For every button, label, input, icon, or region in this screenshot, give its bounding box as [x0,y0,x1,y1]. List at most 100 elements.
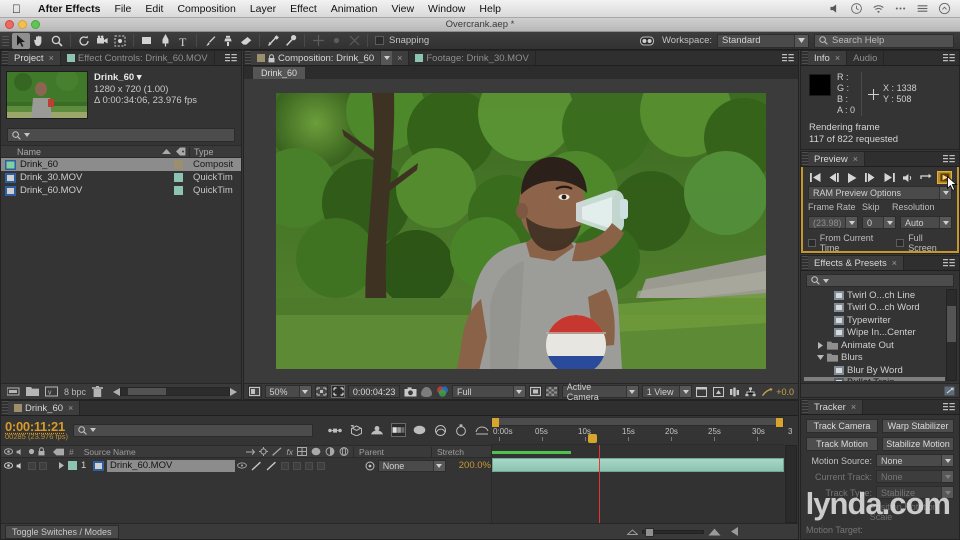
close-icon[interactable]: × [49,53,54,63]
layer-label-swatch[interactable] [68,461,77,470]
effects-list-item[interactable]: Twirl O...ch Word [804,302,945,315]
new-animation-preset-icon[interactable] [944,386,955,396]
always-preview-icon[interactable] [248,385,262,398]
disclosure-down-icon[interactable] [817,354,824,361]
frame-rate-dropdown[interactable]: (23.98) [808,216,858,229]
project-horizontal-scrollbar[interactable] [113,387,237,397]
lock-toggle[interactable] [39,462,47,470]
playhead-handle[interactable] [588,434,597,443]
frame-blend-toggle[interactable] [281,462,289,470]
show-snapshot-icon[interactable] [420,385,433,398]
stabilize-motion-button[interactable]: Stabilize Motion [882,437,954,451]
view-layout-dropdown[interactable]: 1 View [642,385,693,398]
layer-source-name[interactable]: Drink_60.MOV [107,460,235,472]
brainstorm-icon[interactable] [475,423,490,437]
eraser-tool[interactable] [237,33,255,49]
panel-grip[interactable] [2,51,8,65]
resolution-region-icon[interactable] [315,385,329,398]
3d-layer-toggle[interactable] [317,462,325,470]
last-frame-icon[interactable] [882,171,897,184]
comp-flowchart-icon[interactable] [744,385,757,398]
brush-tool[interactable] [201,33,219,49]
resolution-dropdown[interactable]: Full [452,385,526,398]
current-time-display[interactable]: 0:00:04:23 [348,385,401,398]
full-screen-checkbox[interactable] [896,239,904,247]
menu-animation[interactable]: Animation [324,0,385,18]
panel-menu-icon[interactable] [939,256,959,270]
graph-editor-icon[interactable] [433,423,448,437]
wifi-icon[interactable] [872,2,885,15]
menu-window[interactable]: Window [421,0,472,18]
snapshot-icon[interactable] [403,385,416,398]
camera-view-dropdown[interactable]: Active Camera [562,385,639,398]
panel-menu-icon[interactable] [221,51,241,65]
shy-toggle-icon[interactable] [237,462,247,469]
track-motion-button[interactable]: Track Motion [806,437,878,451]
user-icon[interactable] [938,2,951,15]
effects-list-item[interactable]: Twirl O...ch Line [804,289,945,302]
zoom-out-icon[interactable] [627,529,638,535]
first-frame-icon[interactable] [808,171,823,184]
scroll-track[interactable] [120,387,230,396]
work-area-bar[interactable] [491,417,784,426]
apple-logo-icon[interactable]:  [0,3,31,15]
effects-folder-item[interactable]: Animate Out [804,339,945,352]
timeline-ruler[interactable]: 0:00s 05s 10s 15s 20s 25s 30s 3 [491,417,784,445]
parent-dropdown[interactable]: None [378,460,446,472]
search-help-input[interactable]: Search Help [814,34,954,48]
draft-3d-icon[interactable] [349,423,364,437]
zoom-in-icon[interactable] [708,528,721,536]
puppet-pin-tool[interactable] [282,33,300,49]
composition-view-area[interactable] [244,79,798,383]
snapping-checkbox[interactable] [375,36,384,45]
from-current-time-checkbox[interactable] [808,239,816,247]
label-swatch[interactable] [167,186,189,195]
effects-list-item-selected[interactable]: Bullet Train [804,377,945,382]
zoom-thumb[interactable] [645,528,654,537]
pen-tool[interactable] [156,33,174,49]
new-folder-icon[interactable] [26,386,39,397]
shape-tool[interactable] [138,33,156,49]
column-header-name[interactable]: Name [1,147,159,157]
tab-effect-controls[interactable]: Effect Controls: Drink_60.MOV [61,51,215,65]
motion-source-dropdown[interactable]: None [876,454,954,467]
effects-list-item[interactable]: Wipe In...Center [804,327,945,340]
effects-list-item[interactable]: Blur By Word [804,364,945,377]
close-icon[interactable]: × [397,53,402,63]
frame-blending-icon[interactable] [412,423,427,437]
toolbar-grip[interactable] [2,34,9,48]
column-header-stretch[interactable]: Stretch [431,447,491,457]
close-icon[interactable]: × [892,258,897,268]
scroll-left-icon[interactable] [113,388,120,396]
effects-list-item[interactable]: Typewriter [804,314,945,327]
label-icon[interactable] [53,448,64,456]
panel-grip[interactable] [802,400,808,414]
hide-shy-layers-icon[interactable] [370,423,385,437]
ellipsis-icon[interactable] [894,2,907,15]
scroll-left-icon[interactable] [731,527,738,536]
warp-stabilizer-button[interactable]: Warp Stabilizer [882,419,954,433]
chevron-down-icon[interactable] [380,51,392,65]
list-icon[interactable] [916,2,929,15]
workspace-dropdown[interactable]: Standard [717,34,809,48]
quality-toggle-icon[interactable] [251,461,262,471]
roto-brush-tool[interactable] [264,33,282,49]
scroll-right-icon[interactable] [230,388,237,396]
exposure-reset-icon[interactable] [760,385,773,398]
effects-vertical-scrollbar[interactable] [946,289,957,381]
transparency-grid-icon[interactable] [545,385,559,398]
panel-grip[interactable] [802,51,808,65]
clone-stamp-tool[interactable] [219,33,237,49]
panel-grip[interactable] [802,152,808,166]
new-composition-icon[interactable]: v [45,386,58,397]
region-toggle-icon[interactable] [529,385,543,398]
ram-preview-options-dropdown[interactable]: RAM Preview Options [808,186,952,200]
menu-file[interactable]: File [107,0,138,18]
close-icon[interactable]: × [835,53,840,63]
chevron-down-icon[interactable]: ▾ [137,72,142,83]
layer-duration-bar[interactable] [492,458,784,472]
menu-composition[interactable]: Composition [170,0,242,18]
label-swatch[interactable] [167,173,189,182]
project-row-drink30-mov[interactable]: Drink_30.MOV QuickTim [1,171,241,184]
disclosure-right-icon[interactable] [58,462,65,469]
